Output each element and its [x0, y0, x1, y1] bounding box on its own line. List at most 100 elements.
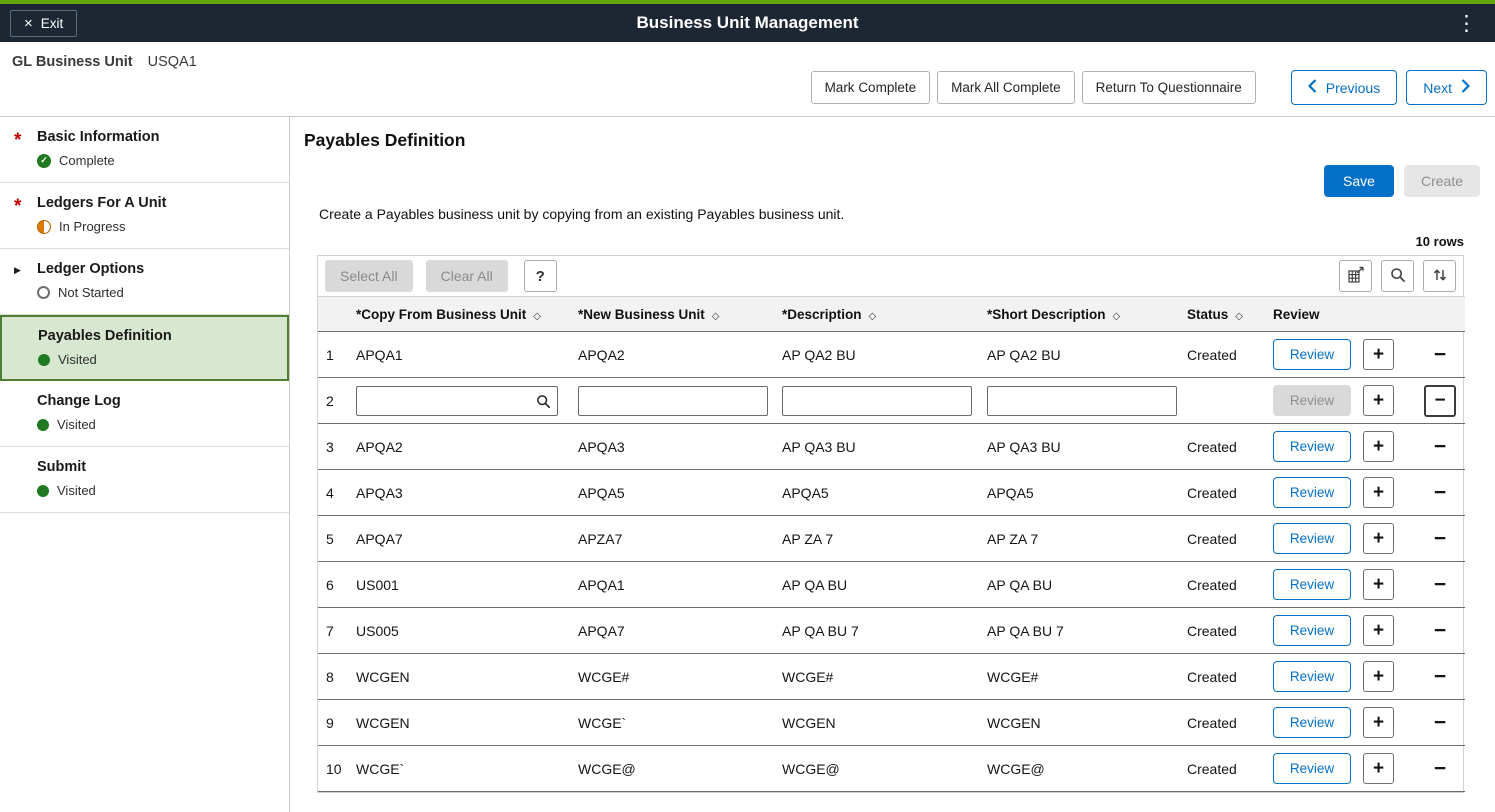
add-row-button[interactable]: + [1363, 615, 1394, 646]
delete-row-button[interactable]: − [1428, 712, 1452, 733]
status-text: Not Started [58, 285, 124, 300]
plus-icon: + [1373, 529, 1384, 548]
delete-row-button[interactable]: − [1428, 574, 1452, 595]
table-row: 5 APQA7 APZA7 AP ZA 7 AP ZA 7 Created Re… [318, 516, 1465, 562]
delete-row-button[interactable]: − [1428, 528, 1452, 549]
column-header-description[interactable]: *Description◇ [778, 297, 983, 332]
minus-icon: − [1434, 573, 1446, 596]
status-text: Visited [57, 483, 96, 498]
add-row-button[interactable]: + [1363, 385, 1394, 416]
minus-icon: − [1434, 665, 1446, 688]
row-number: 10 [318, 746, 352, 792]
plus-icon: + [1373, 575, 1384, 594]
return-to-questionnaire-button[interactable]: Return To Questionnaire [1082, 71, 1256, 104]
review-button-disabled[interactable]: Review [1273, 385, 1351, 416]
sort-icon: ◇ [1235, 311, 1243, 322]
lookup-icon[interactable] [536, 394, 551, 409]
sort-icon: ◇ [533, 311, 541, 322]
add-row-button[interactable]: + [1363, 569, 1394, 600]
mark-complete-button[interactable]: Mark Complete [811, 71, 931, 104]
content-area: * Basic Information ✓ Complete * Ledgers… [0, 117, 1495, 812]
sidebar-item-basic-information[interactable]: * Basic Information ✓ Complete [0, 117, 289, 183]
minus-icon: − [1434, 711, 1446, 734]
status-text: Complete [59, 153, 115, 168]
review-button[interactable]: Review [1273, 523, 1351, 554]
sort-grid-button[interactable] [1423, 260, 1456, 292]
review-button[interactable]: Review [1273, 661, 1351, 692]
status-text: Visited [58, 352, 97, 367]
review-button[interactable]: Review [1273, 339, 1351, 370]
review-button[interactable]: Review [1273, 431, 1351, 462]
sidebar-item-submit[interactable]: Submit Visited [0, 447, 289, 513]
review-button[interactable]: Review [1273, 569, 1351, 600]
review-button[interactable]: Review [1273, 615, 1351, 646]
row-number: 4 [318, 470, 352, 516]
create-button[interactable]: Create [1404, 165, 1480, 197]
select-all-button[interactable]: Select All [325, 260, 413, 292]
cell-new-business-unit: APQA2 [574, 332, 778, 378]
sidebar-item-label: Ledger Options [37, 261, 144, 277]
page-description: Create a Payables business unit by copyi… [319, 206, 1495, 222]
zoom-grid-button[interactable] [1381, 260, 1414, 292]
sidebar-item-label: Payables Definition [38, 328, 172, 344]
sidebar-item-ledger-options[interactable]: ▶ Ledger Options Not Started [0, 249, 289, 315]
status-not-started-icon [37, 286, 50, 299]
add-row-button[interactable]: + [1363, 431, 1394, 462]
delete-row-button[interactable]: − [1428, 436, 1452, 457]
add-row-button[interactable]: + [1363, 523, 1394, 554]
save-button[interactable]: Save [1324, 165, 1394, 197]
delete-row-button[interactable]: − [1428, 620, 1452, 641]
previous-button[interactable]: Previous [1291, 70, 1397, 105]
review-button[interactable]: Review [1273, 477, 1351, 508]
payables-grid: Select All Clear All ? [317, 255, 1464, 793]
status-visited-icon [38, 354, 50, 366]
column-header-copy-from[interactable]: *Copy From Business Unit◇ [352, 297, 574, 332]
sidebar-item-change-log[interactable]: Change Log Visited [0, 381, 289, 447]
cell-new-business-unit: WCGE# [574, 654, 778, 700]
column-header-short-description[interactable]: *Short Description◇ [983, 297, 1183, 332]
more-actions-button[interactable]: ⋮ [1448, 13, 1485, 34]
delete-row-button[interactable]: − [1424, 385, 1456, 417]
delete-column-header [1415, 297, 1465, 332]
add-row-button[interactable]: + [1363, 339, 1394, 370]
description-input[interactable] [782, 386, 972, 416]
row-number: 2 [318, 378, 352, 424]
status-in-progress-icon [37, 220, 51, 234]
review-button[interactable]: Review [1273, 753, 1351, 784]
cell-short-description: AP QA BU [983, 562, 1183, 608]
sidebar-item-payables-definition[interactable]: Payables Definition Visited [0, 315, 289, 381]
sub-header: GL Business Unit USQA1 Mark Complete Mar… [0, 42, 1495, 117]
add-row-button[interactable]: + [1363, 707, 1394, 738]
cell-status: Created [1183, 746, 1269, 792]
short-description-input[interactable] [987, 386, 1177, 416]
minus-icon: − [1434, 435, 1446, 458]
review-button[interactable]: Review [1273, 707, 1351, 738]
help-button[interactable]: ? [524, 260, 557, 292]
sidebar-item-label: Submit [37, 459, 96, 475]
cell-status: Created [1183, 332, 1269, 378]
sort-icon: ◇ [1113, 311, 1121, 322]
add-row-button[interactable]: + [1363, 753, 1394, 784]
new-business-unit-input[interactable] [578, 386, 768, 416]
cell-new-business-unit: APQA7 [574, 608, 778, 654]
add-row-button[interactable]: + [1363, 661, 1394, 692]
delete-row-button[interactable]: − [1428, 666, 1452, 687]
clear-all-button[interactable]: Clear All [426, 260, 508, 292]
column-header-status[interactable]: Status◇ [1183, 297, 1269, 332]
add-row-button[interactable]: + [1363, 477, 1394, 508]
plus-icon: + [1373, 391, 1384, 410]
exit-button[interactable]: × Exit [10, 10, 77, 37]
cell-description: AP QA BU [778, 562, 983, 608]
next-button[interactable]: Next [1406, 70, 1487, 105]
delete-row-button[interactable]: − [1428, 758, 1452, 779]
delete-row-button[interactable]: − [1428, 344, 1452, 365]
mark-all-complete-button[interactable]: Mark All Complete [937, 71, 1075, 104]
export-grid-button[interactable] [1339, 260, 1372, 292]
row-number: 7 [318, 608, 352, 654]
sidebar-item-ledgers-for-a-unit[interactable]: * Ledgers For A Unit In Progress [0, 183, 289, 249]
status-text: In Progress [59, 219, 125, 234]
column-header-new-business-unit[interactable]: *New Business Unit◇ [574, 297, 778, 332]
copy-from-business-unit-input[interactable] [356, 386, 558, 416]
delete-row-button[interactable]: − [1428, 482, 1452, 503]
cell-copy-from [352, 378, 574, 424]
